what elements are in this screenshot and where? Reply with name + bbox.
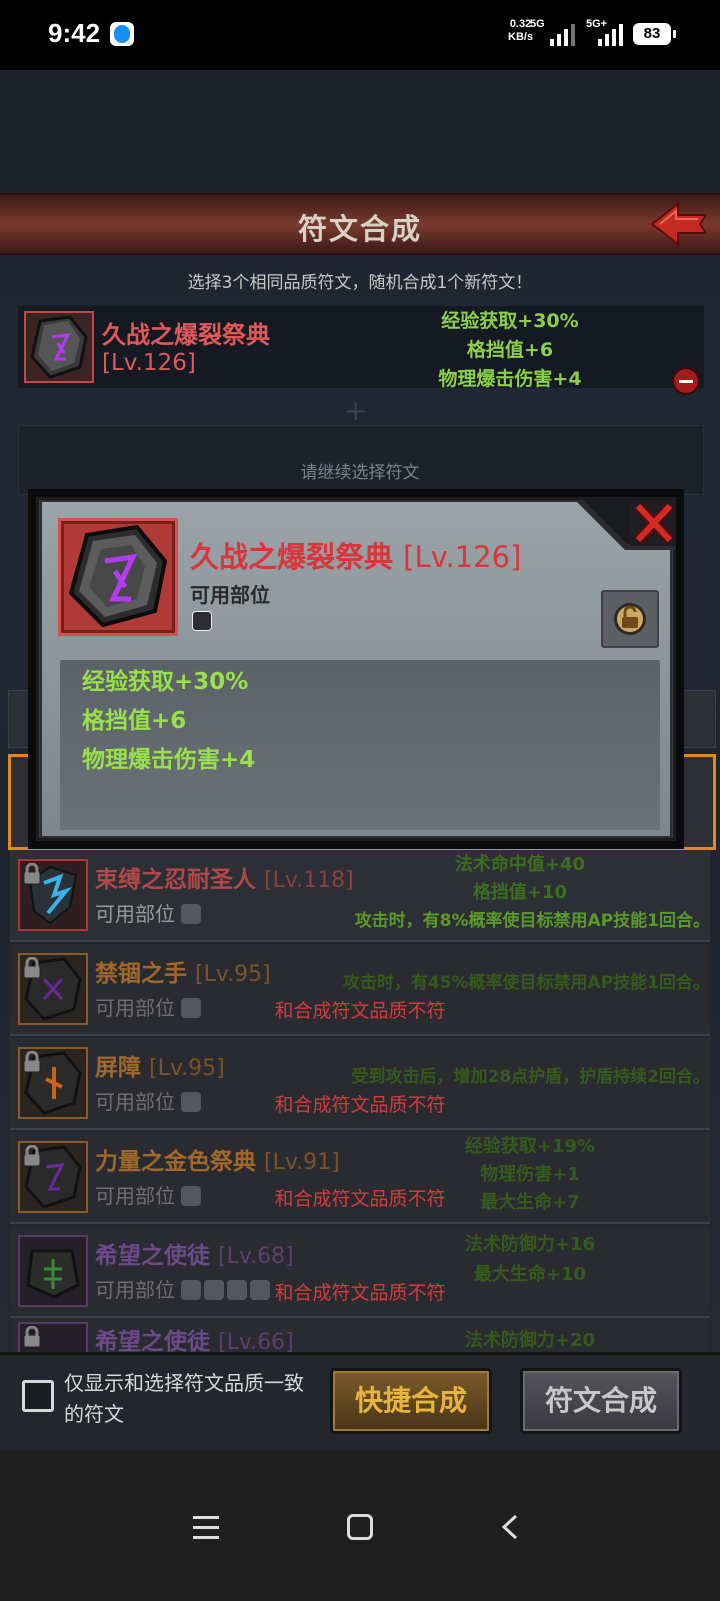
- unlock-icon[interactable]: [601, 590, 659, 648]
- selected-rune-name: 久战之爆裂祭典: [102, 321, 270, 349]
- rune-name: 力量之金色祭典: [95, 1149, 256, 1175]
- rune-name-label: 束缚之忍耐圣人 [Lv.118]: [95, 860, 354, 894]
- rune-name: 希望之使徒: [95, 1243, 210, 1269]
- rune-effect: 受到攻击后，增加28点护盾，护盾持续2回合。: [351, 1067, 711, 1087]
- rune-icon-frame: [18, 859, 88, 931]
- mismatch-warning: 和合成符文品质不符: [274, 1000, 446, 1022]
- rune-stat-2: 格挡值+10: [472, 882, 568, 903]
- selected-rune-level: [Lv.126]: [102, 350, 196, 376]
- ring-slot-icon: [192, 611, 212, 631]
- rune-name-label: 希望之使徒 [Lv.68]: [95, 1236, 294, 1270]
- rune-name: 屏障: [95, 1055, 141, 1081]
- rune-name: 束缚之忍耐圣人: [95, 867, 256, 893]
- rune-stat-1: 法术命中值+40: [454, 854, 586, 875]
- armor-slot-icon: [181, 904, 201, 924]
- page-title: 符文合成: [297, 212, 422, 246]
- rune-list-item[interactable]: 束缚之忍耐圣人 [Lv.118] 可用部位 法术命中值+40 格挡值+10 攻击…: [10, 850, 710, 942]
- popup-rune-name: 久战之爆裂祭典: [190, 540, 394, 574]
- rune-level: [Lv.68]: [218, 1244, 294, 1269]
- rune-list-item[interactable]: 屏障 [Lv.95] 可用部位 受到攻击后，增加28点护盾，护盾持续2回合。 和…: [10, 1038, 710, 1130]
- rune-name: 希望之使徒: [95, 1329, 210, 1352]
- selected-stat-2: 格挡值+6: [466, 339, 554, 361]
- popup-stat-1: 经验获取+30%: [82, 669, 249, 695]
- rune-name-label: 禁锢之手 [Lv.95]: [95, 954, 271, 988]
- rune-list-item[interactable]: 希望之使徒 [Lv.68] 可用部位 法术防御力+16 最大生命+10 和合成符…: [10, 1226, 710, 1318]
- net-speed-unit: KB/s: [508, 31, 534, 43]
- instruction-text: 选择3个相同品质符文，随机合成1个新符文！: [187, 273, 533, 293]
- lock-icon: [23, 1051, 41, 1073]
- selected-stat-1: 经验获取+30%: [441, 310, 579, 332]
- net-type: 5G: [530, 18, 545, 30]
- rune-part-label: 可用部位: [95, 898, 201, 927]
- quality-filter-label: 仅显示和选择符文品质一致的符文: [64, 1371, 304, 1426]
- plus-icon: +: [344, 394, 368, 427]
- lock-icon: [23, 957, 41, 979]
- mismatch-warning: 和合成符文品质不符: [274, 1094, 446, 1116]
- selected-rune-icon-frame[interactable]: [24, 311, 94, 383]
- rune-name-label: 希望之使徒 [Lv.66]: [95, 1322, 294, 1352]
- lock-icon: [23, 863, 41, 885]
- popup-stat-3: 物理爆击伤害+4: [82, 747, 256, 773]
- part-label: 可用部位: [95, 902, 175, 926]
- popup-rune-icon-frame: [58, 518, 178, 636]
- lock-icon: [23, 1326, 41, 1348]
- rune-stone-icon: [68, 524, 168, 628]
- rune-name-label: 力量之金色祭典 [Lv.91]: [95, 1142, 340, 1176]
- rune-effect: 攻击时，有45%概率使目标禁用AP技能1回合。: [342, 973, 710, 993]
- rune-level: [Lv.95]: [195, 962, 271, 987]
- selected-stat-3: 物理爆击伤害+4: [438, 368, 582, 390]
- rune-level: [Lv.118]: [264, 868, 354, 893]
- rune-stat-1: 经验获取+19%: [464, 1136, 596, 1157]
- net-speed-value: 0.32: [509, 18, 532, 30]
- close-x-icon[interactable]: [630, 500, 676, 546]
- signal-icon-2: [598, 24, 624, 46]
- home-icon[interactable]: [347, 1514, 373, 1540]
- rune-list-item[interactable]: 希望之使徒 [Lv.66] 法术防御力+20: [10, 1320, 710, 1352]
- rune-list-item[interactable]: 禁锢之手 [Lv.95] 可用部位 攻击时，有45%概率使目标禁用AP技能1回合…: [10, 944, 710, 1036]
- rune-stone-icon: [30, 315, 88, 379]
- popup-part-label: 可用部位: [190, 583, 270, 607]
- mismatch-warning: 和合成符文品质不符: [274, 1282, 446, 1304]
- popup-rune-name-label: 久战之爆裂祭典 [Lv.126]: [190, 534, 521, 576]
- status-time: 9:42: [48, 18, 101, 48]
- popup-rune-level: [Lv.126]: [403, 540, 522, 574]
- red-arrow-back-icon[interactable]: [650, 202, 710, 246]
- rune-name: 禁锢之手: [95, 961, 187, 987]
- quality-filter-checkbox[interactable]: [22, 1380, 54, 1412]
- rune-stat-1: 法术防御力+20: [464, 1330, 596, 1351]
- rune-icon-frame: [18, 1322, 88, 1352]
- continue-prompt: 请继续选择符文: [300, 463, 420, 483]
- rune-effect: 攻击时，有8%概率使目标禁用AP技能1回合。: [354, 911, 710, 931]
- battery-indicator: 83: [633, 23, 676, 45]
- rune-stat-1: 法术防御力+16: [464, 1234, 596, 1255]
- rune-name-label: 屏障 [Lv.95]: [95, 1048, 225, 1082]
- qq-penguin-icon: [110, 22, 134, 46]
- mismatch-warning: 和合成符文品质不符: [274, 1188, 446, 1210]
- padlock-open-icon: [614, 603, 646, 635]
- quick-compose-button[interactable]: 快捷合成: [330, 1368, 492, 1434]
- menu-icon[interactable]: [193, 1516, 219, 1540]
- back-icon[interactable]: [500, 1514, 520, 1540]
- rune-level: [Lv.95]: [149, 1056, 225, 1081]
- minus-circle-icon[interactable]: [672, 367, 700, 395]
- rune-compose-button[interactable]: 符文合成: [520, 1368, 682, 1434]
- rune-level: [Lv.66]: [218, 1330, 294, 1352]
- rune-level: [Lv.91]: [264, 1150, 340, 1175]
- signal-icon: [550, 24, 576, 46]
- lock-icon: [23, 1145, 41, 1167]
- popup-stat-2: 格挡值+6: [82, 708, 187, 734]
- rune-list-item[interactable]: 力量之金色祭典 [Lv.91] 可用部位 经验获取+19% 物理伤害+1 最大生…: [10, 1132, 710, 1224]
- rune-stat-2: 物理伤害+1: [480, 1164, 580, 1185]
